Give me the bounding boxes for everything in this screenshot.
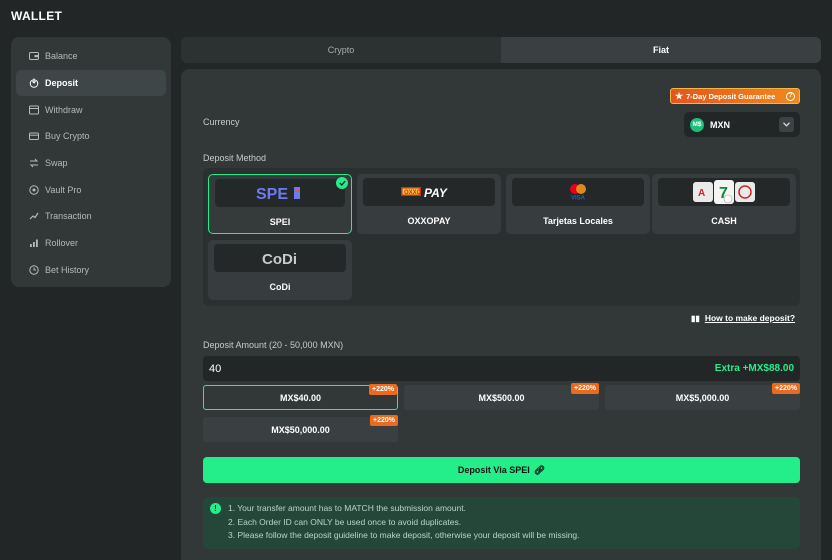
sidebar-item-rollover[interactable]: Rollover (16, 230, 166, 257)
notice-line: 3. Please follow the deposit guideline t… (228, 530, 580, 540)
deposit-amount-label: Deposit Amount (20 - 50,000 MXN) (203, 340, 344, 350)
method-card-oxxopay[interactable]: OXXO PAY OXXOPAY (357, 174, 501, 234)
preset-amount-500[interactable]: MX$500.00 +220% (404, 383, 599, 410)
deposit-panel: ★ 7-Day Deposit Guarantee ? Currency M$ … (181, 69, 821, 560)
sidebar-item-balance[interactable]: Balance (16, 43, 166, 70)
method-card-spei[interactable]: SPE SPEI (208, 174, 352, 234)
preset-label: MX$5,000.00 (675, 392, 730, 403)
how-to-label: How to make deposit? (704, 313, 796, 323)
sidebar-item-label: Transaction (45, 211, 92, 222)
tab-crypto[interactable]: Crypto (181, 37, 501, 63)
tab-fiat[interactable]: Fiat (501, 37, 821, 63)
sidebar-item-label: Vault Pro (45, 184, 82, 195)
swap-icon (28, 157, 40, 169)
preset-label: MX$40.00 (279, 392, 322, 403)
preset-label: MX$500.00 (478, 392, 525, 403)
transaction-icon (28, 210, 40, 222)
currency-label: Currency (203, 117, 240, 127)
sidebar-item-label: Buy Crypto (45, 131, 90, 142)
shield-gift-icon: ★ (675, 90, 684, 101)
wallet-sidebar: Balance Deposit Withdraw Buy Crypto Swap… (11, 37, 171, 287)
preset-label: MX$50,000.00 (271, 424, 330, 435)
vault-icon (28, 184, 40, 196)
sidebar-item-label: Swap (45, 158, 68, 169)
svg-text:PAY: PAY (424, 186, 448, 199)
preset-amount-40[interactable]: MX$40.00 +220% (203, 384, 398, 410)
mxn-currency-icon: M$ (690, 117, 704, 132)
bonus-badge: +220% (571, 383, 599, 394)
chevron-down-icon (779, 117, 794, 132)
codi-logo: CoDi (214, 244, 346, 272)
deposit-guarantee-badge[interactable]: ★ 7-Day Deposit Guarantee ? (670, 88, 800, 104)
method-name: OXXOPAY (407, 216, 451, 226)
notice-line: 2. Each Order ID can ONLY be used once t… (228, 516, 462, 527)
check-icon (336, 177, 348, 189)
svg-text:CoDi: CoDi (262, 251, 297, 267)
info-icon: ! (210, 503, 221, 514)
history-icon (28, 264, 40, 276)
method-card-cash[interactable]: A 7 CASH (652, 174, 796, 234)
link-icon: 🔗︎ (533, 464, 546, 475)
svg-text:SPE: SPE (256, 186, 288, 201)
method-name: SPEI (269, 217, 291, 227)
svg-text:OXXO: OXXO (404, 190, 422, 196)
method-name: CASH (711, 216, 737, 226)
sidebar-item-withdraw[interactable]: Withdraw (16, 96, 166, 123)
sidebar-item-transaction[interactable]: Transaction (16, 203, 166, 230)
how-to-deposit-link[interactable]: ▮▮ How to make deposit? (691, 313, 795, 323)
sidebar-item-label: Bet History (45, 264, 90, 275)
page-title: WALLET (11, 9, 63, 23)
preset-amount-5000[interactable]: MX$5,000.00 +220% (605, 383, 800, 410)
deposit-method-grid: SPE SPEI OXXO PAY OXXOPAY VISA Tarjetas … (203, 168, 800, 306)
deposit-via-spei-button[interactable]: Deposit Via SPEI 🔗︎ (203, 457, 800, 483)
bonus-badge: +220% (772, 383, 800, 394)
rollover-icon (28, 237, 40, 249)
deposit-button-label: Deposit Via SPEI (457, 465, 530, 475)
sidebar-item-bet-history[interactable]: Bet History (16, 257, 166, 284)
bonus-badge: +220% (369, 384, 397, 395)
sidebar-item-label: Deposit (45, 78, 79, 89)
method-name: CoDi (269, 282, 291, 292)
deposit-notice: ! 1. Your transfer amount has to MATCH t… (203, 497, 800, 549)
book-icon: ▮▮ (691, 313, 700, 323)
withdraw-icon (28, 104, 40, 116)
currency-select[interactable]: M$ MXN (684, 112, 800, 137)
question-icon: ? (786, 91, 795, 101)
sidebar-item-deposit[interactable]: Deposit (16, 69, 166, 97)
cash-store-logos: A 7 (658, 178, 790, 206)
oxxopay-logo: OXXO PAY (363, 178, 495, 206)
deposit-icon (28, 77, 40, 89)
currency-type-tabs: Crypto Fiat (181, 37, 821, 63)
deposit-amount-input[interactable] (209, 362, 409, 375)
deposit-method-label: Deposit Method (203, 153, 267, 163)
sidebar-item-label: Withdraw (45, 104, 83, 115)
svg-text:A: A (698, 188, 705, 199)
sidebar-item-label: Balance (45, 51, 78, 62)
extra-bonus-text: Extra +MX$88.00 (714, 363, 794, 374)
currency-code: MXN (710, 119, 730, 130)
deposit-amount-field[interactable]: Extra +MX$88.00 (203, 356, 800, 381)
method-card-codi[interactable]: CoDi CoDi (208, 240, 352, 300)
notice-line: 1. Your transfer amount has to MATCH the… (228, 503, 466, 513)
svg-text:VISA: VISA (571, 196, 586, 202)
card-logos: VISA (512, 178, 644, 206)
sidebar-item-swap[interactable]: Swap (16, 150, 166, 177)
card-icon (28, 130, 40, 142)
preset-amount-50000[interactable]: MX$50,000.00 +220% (203, 415, 398, 442)
wallet-icon (28, 50, 40, 62)
guarantee-label: 7-Day Deposit Guarantee (686, 91, 776, 101)
sidebar-item-label: Rollover (45, 238, 79, 249)
method-name: Tarjetas Locales (543, 216, 613, 226)
sidebar-item-buy-crypto[interactable]: Buy Crypto (16, 123, 166, 150)
spei-logo: SPE (215, 179, 345, 207)
bonus-badge: +220% (370, 415, 398, 426)
sidebar-item-vault-pro[interactable]: Vault Pro (16, 176, 166, 203)
method-card-tarjetas-locales[interactable]: VISA Tarjetas Locales (506, 174, 650, 234)
